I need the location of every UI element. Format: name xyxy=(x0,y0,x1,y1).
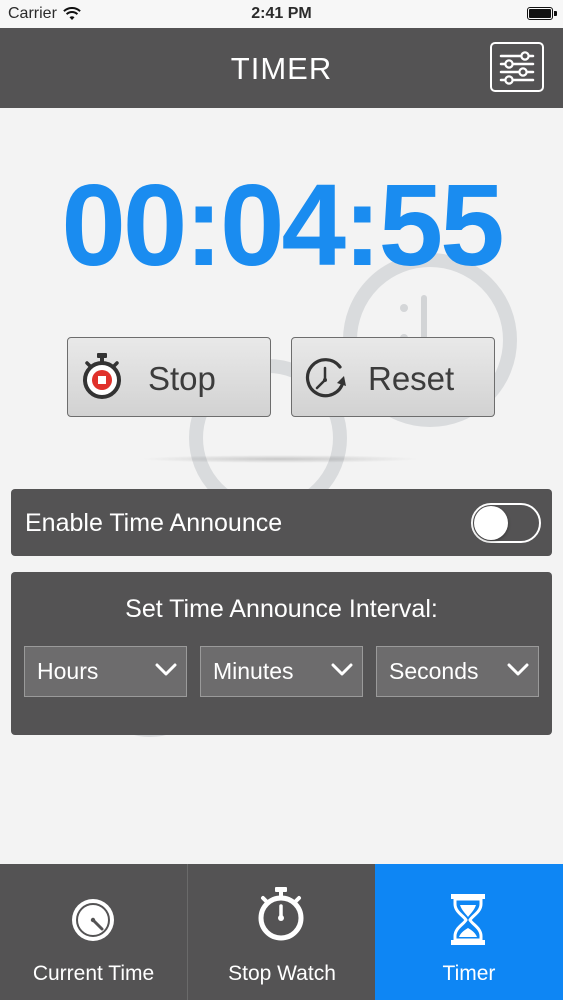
interval-title: Set Time Announce Interval: xyxy=(125,595,438,623)
status-bar: Carrier 2:41 PM xyxy=(0,0,563,28)
tab-bar: Current Time Stop Watch Timer xyxy=(0,864,563,1000)
nav-bar: TIMER xyxy=(0,28,563,108)
page-title: TIMER xyxy=(230,51,333,86)
seconds-select[interactable]: Seconds xyxy=(376,646,539,697)
announce-toggle[interactable] xyxy=(471,503,541,543)
minutes-value: Minutes xyxy=(213,658,294,684)
reset-button[interactable]: Reset xyxy=(291,337,495,417)
tab-label: Timer xyxy=(442,962,496,985)
chevron-down-icon xyxy=(331,663,353,676)
hourglass-icon xyxy=(451,894,485,945)
chevron-down-icon xyxy=(155,663,177,676)
settings-button[interactable] xyxy=(490,42,544,92)
hours-value: Hours xyxy=(37,658,99,684)
chevron-down-icon xyxy=(507,663,529,676)
timer-display: 00:04:55 xyxy=(61,160,504,290)
battery-icon xyxy=(527,7,557,20)
seconds-value: Seconds xyxy=(389,658,479,684)
tab-label: Stop Watch xyxy=(228,962,336,985)
button-shadow xyxy=(140,455,420,463)
hours-select[interactable]: Hours xyxy=(24,646,187,697)
announce-label: Enable Time Announce xyxy=(25,509,283,537)
tab-label: Current Time xyxy=(32,962,155,985)
stopwatch-icon xyxy=(258,887,304,941)
reset-clock-icon xyxy=(305,358,346,398)
tab-current-time[interactable]: Current Time xyxy=(0,864,187,1000)
stop-label: Stop xyxy=(148,360,216,397)
reset-label: Reset xyxy=(368,360,455,397)
sliders-icon xyxy=(499,51,535,85)
toggle-knob xyxy=(474,506,508,540)
status-clock: 2:41 PM xyxy=(251,5,312,22)
announce-panel: Enable Time Announce xyxy=(11,489,552,556)
minutes-select[interactable]: Minutes xyxy=(200,646,363,697)
tab-stop-watch[interactable]: Stop Watch xyxy=(187,864,376,1000)
stop-button[interactable]: Stop xyxy=(67,337,271,417)
stopwatch-stop-icon xyxy=(83,353,121,399)
clock-icon xyxy=(72,899,114,941)
tab-timer[interactable]: Timer xyxy=(375,864,563,1000)
interval-panel: Set Time Announce Interval: Hours Minute… xyxy=(11,572,552,735)
